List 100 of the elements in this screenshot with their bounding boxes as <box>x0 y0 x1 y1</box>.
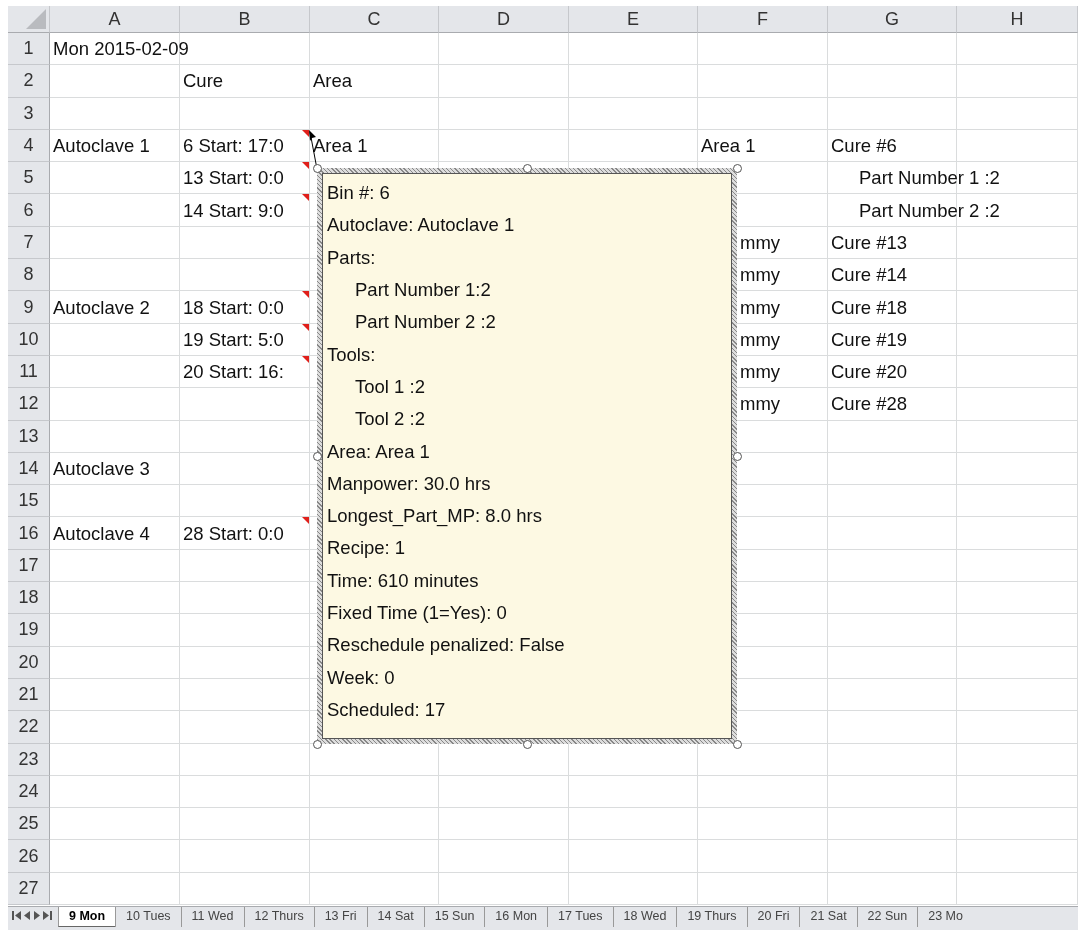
cell-text: mmy <box>740 231 781 254</box>
row-header[interactable]: 21 <box>8 678 50 712</box>
row-header[interactable]: 19 <box>8 614 50 647</box>
row-header[interactable]: 22 <box>8 711 50 744</box>
cell-text: Area 1 <box>313 135 368 158</box>
sheet-tab[interactable]: 14 Sat <box>366 907 424 927</box>
column-header[interactable]: D <box>439 6 569 33</box>
resize-handle[interactable] <box>313 452 322 461</box>
comment-line: Area: Area 1 <box>327 439 430 464</box>
resize-handle[interactable] <box>733 164 742 173</box>
row-header[interactable]: 14 <box>8 452 50 486</box>
comment-line: Recipe: 1 <box>327 536 406 561</box>
cell-text: Area <box>313 70 353 93</box>
resize-handle[interactable] <box>313 740 322 749</box>
cell-text: mmy <box>740 328 781 351</box>
row-header[interactable]: 1 <box>8 33 50 66</box>
cell-text: Autoclave 2 <box>53 296 150 319</box>
comment-line: Fixed Time (1=Yes): 0 <box>327 601 507 625</box>
row-header[interactable]: 8 <box>8 259 50 292</box>
row-header[interactable]: 2 <box>8 65 50 98</box>
sheet-tab[interactable]: 23 Mo <box>917 907 973 927</box>
comment-line: Longest_Part_MP: 8.0 hrs <box>327 504 542 529</box>
comment-box[interactable] <box>317 168 737 744</box>
row-header[interactable]: 5 <box>8 162 50 195</box>
row-header[interactable]: 4 <box>8 129 50 163</box>
resize-handle[interactable] <box>733 452 742 461</box>
row-header[interactable]: 12 <box>8 388 50 421</box>
row-header[interactable]: 9 <box>8 291 50 324</box>
cell-text: 6 Start: 17:0 <box>183 135 284 158</box>
comment-line: Manpower: 30.0 hrs <box>327 471 491 496</box>
column-header[interactable]: G <box>828 6 957 33</box>
last-arrow-icon[interactable] <box>43 911 52 920</box>
sheet-tab[interactable]: 20 Fri <box>746 907 800 927</box>
resize-handle[interactable] <box>733 740 742 749</box>
row-header[interactable]: 15 <box>8 485 50 518</box>
sheet-tab[interactable]: 21 Sat <box>799 907 857 927</box>
resize-handle[interactable] <box>313 164 322 173</box>
comment-line: Week: 0 <box>327 665 395 690</box>
sheet-tab[interactable]: 11 Wed <box>180 907 244 927</box>
column-header[interactable]: B <box>180 6 310 33</box>
column-header[interactable]: A <box>50 6 180 33</box>
row-header[interactable]: 25 <box>8 808 50 841</box>
cell-text: 19 Start: 5:0 <box>183 328 284 351</box>
cell-text: Cure #20 <box>831 361 908 384</box>
sheet-tab[interactable]: 12 Thurs <box>243 907 314 927</box>
row-header[interactable]: 6 <box>8 194 50 227</box>
row-header[interactable]: 13 <box>8 420 50 453</box>
cell-text: Autoclave 4 <box>53 522 150 545</box>
cell-text: mmy <box>740 393 781 416</box>
row-header[interactable]: 26 <box>8 840 50 873</box>
row-header[interactable]: 23 <box>8 743 50 776</box>
comment-line: Tool 2 :2 <box>355 407 425 432</box>
row-header[interactable]: 16 <box>8 517 50 550</box>
row-header[interactable]: 18 <box>8 582 50 615</box>
first-arrow-icon[interactable] <box>12 911 21 920</box>
column-header[interactable]: F <box>698 6 828 33</box>
row-header[interactable]: 20 <box>8 646 50 679</box>
comment-line: Autoclave: Autoclave 1 <box>327 213 515 238</box>
cell-text: mmy <box>740 361 781 384</box>
sheet-tab[interactable]: 9 Mon <box>58 907 116 927</box>
column-header[interactable]: H <box>957 6 1078 33</box>
cell-text: Autoclave 1 <box>53 135 150 158</box>
sheet-tab[interactable]: 16 Mon <box>484 907 548 927</box>
previous-arrow-icon[interactable] <box>23 911 31 920</box>
row-header[interactable]: 10 <box>8 323 50 356</box>
cell-text: Cure #14 <box>831 264 908 287</box>
row-header[interactable]: 17 <box>8 549 50 583</box>
cell-text: Part Number 2 :2 <box>859 199 1000 222</box>
cell-text: Cure #19 <box>831 328 908 351</box>
cell-text: Autoclave 3 <box>53 458 150 480</box>
sheet-tab[interactable]: 18 Wed <box>612 907 677 927</box>
cell-text: 14 Start: 9:0 <box>183 199 284 222</box>
row-header[interactable]: 27 <box>8 872 50 905</box>
sheet-tab[interactable]: 10 Tues <box>115 907 181 927</box>
cell-text: 13 Start: 0:0 <box>183 167 284 190</box>
row-header[interactable]: 11 <box>8 355 50 389</box>
column-header[interactable]: C <box>310 6 439 33</box>
sheet-tab[interactable]: 15 Sun <box>423 907 485 927</box>
row-header[interactable]: 7 <box>8 226 50 260</box>
cell-text: Cure #18 <box>831 296 908 319</box>
column-header[interactable]: E <box>569 6 698 33</box>
resize-handle[interactable] <box>523 740 532 749</box>
cell-text: 28 Start: 0:0 <box>183 522 284 545</box>
cell-text: Cure #13 <box>831 231 908 254</box>
sheet-tab[interactable]: 22 Sun <box>856 907 918 927</box>
sheet-tab[interactable]: 19 Thurs <box>676 907 747 927</box>
next-arrow-icon[interactable] <box>33 911 41 920</box>
comment-line: Scheduled: 17 <box>327 697 446 722</box>
comment-line: Tool 1 :2 <box>355 374 425 399</box>
cell-text: Mon 2015-02-09 <box>53 38 189 61</box>
cell-text: Part Number 1 :2 <box>859 167 1000 190</box>
cell-text: 20 Start: 16: <box>183 361 284 384</box>
resize-handle[interactable] <box>523 164 532 173</box>
comment-line: Part Number 2 :2 <box>355 310 496 335</box>
cell-text: 18 Start: 0:0 <box>183 296 284 319</box>
sheet-tab[interactable]: 13 Fri <box>313 907 367 927</box>
row-header[interactable]: 24 <box>8 775 50 809</box>
sheet-tab[interactable]: 17 Tues <box>547 907 613 927</box>
row-header[interactable]: 3 <box>8 97 50 130</box>
cell-text: Area 1 <box>701 135 756 158</box>
